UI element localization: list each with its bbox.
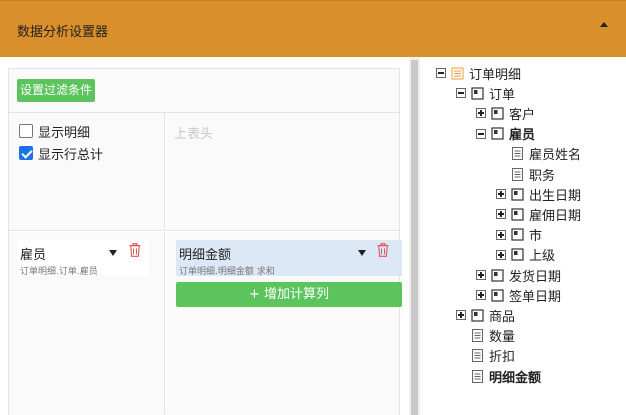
expand-icon[interactable] (496, 249, 506, 260)
show-row-total-option[interactable]: 显示行总计 (19, 144, 104, 163)
relation-icon (511, 208, 524, 221)
show-row-total-checkbox[interactable] (19, 146, 33, 160)
row-fields-zone[interactable]: 雇员 订单明细.订单.雇员 (9, 232, 165, 415)
tree-node-label: 市 (529, 229, 543, 245)
collapse-caret-icon[interactable] (600, 22, 608, 27)
value-field-path: 订单明细.明细金额 求和 (179, 267, 275, 277)
tree-node-label: 数量 (489, 330, 516, 346)
field-icon (472, 329, 483, 343)
tree-node[interactable]: 雇员姓名 (496, 144, 581, 164)
tree-node[interactable]: 出生日期 (496, 184, 581, 204)
column-header-dropzone[interactable]: 上表头 (166, 113, 399, 231)
field-icon (472, 349, 483, 363)
row-field-path: 订单明细.订单.雇员 (20, 267, 98, 277)
tree-node-label: 订单 (489, 87, 516, 103)
table-icon (451, 67, 464, 79)
value-field-name: 明细金额 (179, 248, 232, 263)
tree-node-label: 职务 (529, 168, 556, 184)
tree-node-label: 雇员姓名 (529, 148, 582, 164)
filter-toolbar: 设置过滤条件 (9, 69, 399, 113)
expand-icon[interactable] (496, 229, 506, 240)
tree-node[interactable]: 雇佣日期 (496, 204, 581, 224)
tree-node[interactable]: 职务 (496, 164, 555, 184)
show-detail-checkbox[interactable] (19, 124, 33, 138)
row-field-dropdown-icon[interactable] (109, 250, 117, 256)
tree-node[interactable]: 商品 (456, 305, 515, 325)
relation-icon (511, 228, 524, 241)
field-icon (512, 167, 523, 181)
tree-node[interactable]: 签单日期 (476, 285, 561, 305)
relation-icon (511, 188, 524, 201)
collapse-icon[interactable] (436, 68, 446, 78)
tree-node-label: 雇员 (509, 128, 536, 144)
value-field-delete-icon[interactable] (377, 243, 389, 257)
settings-header: 数据分析设置器 (0, 0, 626, 57)
value-field-dropdown-icon[interactable] (358, 250, 366, 256)
tree-node-label: 发货日期 (509, 269, 562, 285)
relation-icon (511, 248, 524, 261)
relation-icon (491, 127, 504, 140)
tree-node[interactable]: 市 (496, 225, 542, 245)
column-header-placeholder: 上表头 (174, 127, 214, 142)
relation-icon (471, 87, 484, 100)
tree-node[interactable]: 客户 (476, 103, 535, 123)
tree-node-label: 折扣 (489, 350, 516, 366)
row-field-card[interactable]: 雇员 订单明细.订单.雇员 (17, 240, 149, 277)
collapse-icon[interactable] (476, 128, 486, 139)
expand-icon[interactable] (496, 189, 506, 200)
tree-node[interactable]: 数量 (456, 326, 515, 346)
tree-node-label: 明细金额 (489, 370, 542, 386)
add-calculated-column-button[interactable]: + 增加计算列 (176, 282, 402, 307)
relation-icon (471, 309, 484, 322)
relation-icon (491, 268, 504, 282)
scrollbar-thumb[interactable] (411, 60, 418, 415)
tree-node-label: 商品 (489, 309, 516, 325)
tree-node[interactable]: 明细金额 (456, 366, 541, 386)
expand-icon[interactable] (456, 310, 466, 321)
expand-icon[interactable] (476, 108, 486, 119)
field-icon (512, 147, 523, 161)
tree-node-label: 出生日期 (529, 188, 582, 204)
set-filter-button[interactable]: 设置过滤条件 (17, 79, 96, 102)
expand-icon[interactable] (476, 290, 486, 301)
show-detail-label: 显示明细 (38, 125, 91, 141)
tree-node[interactable]: 上级 (496, 245, 555, 265)
expand-icon[interactable] (476, 270, 486, 280)
row-field-name: 雇员 (20, 248, 47, 263)
tree-node-label: 雇佣日期 (529, 208, 582, 224)
tree-node-label: 客户 (509, 107, 536, 123)
tree-node[interactable]: 订单明细 (436, 63, 521, 83)
tree-node-label: 订单明细 (469, 67, 522, 83)
show-detail-option[interactable]: 显示明细 (19, 122, 91, 141)
relation-icon (491, 289, 504, 302)
tree-node[interactable]: 雇员 (476, 124, 535, 144)
collapse-icon[interactable] (456, 88, 466, 99)
value-field-card[interactable]: 明细金额 订单明细.明细金额 求和 (176, 240, 402, 277)
tree-node[interactable]: 折扣 (456, 346, 515, 366)
relation-icon (491, 107, 504, 120)
header-title: 数据分析设置器 (17, 25, 109, 40)
tree-node-label: 签单日期 (509, 289, 562, 305)
pivot-config-panel: 设置过滤条件 显示明细 显示行总计 上表头 雇员 订单明细.订单.雇员 明细金额… (8, 68, 402, 415)
tree-node-label: 上级 (529, 249, 556, 265)
display-options: 显示明细 显示行总计 (9, 113, 165, 231)
field-icon (472, 369, 483, 383)
expand-icon[interactable] (496, 209, 506, 220)
tree-node[interactable]: 发货日期 (476, 265, 561, 285)
row-field-delete-icon[interactable] (129, 243, 141, 257)
field-tree: 订单明细订单客户雇员雇员姓名职务出生日期雇佣日期市上级发货日期签单日期商品数量折… (422, 57, 626, 415)
tree-node[interactable]: 订单 (456, 83, 515, 103)
show-row-total-label: 显示行总计 (38, 147, 104, 163)
value-fields-zone[interactable]: 明细金额 订单明细.明细金额 求和 + 增加计算列 (166, 232, 402, 415)
